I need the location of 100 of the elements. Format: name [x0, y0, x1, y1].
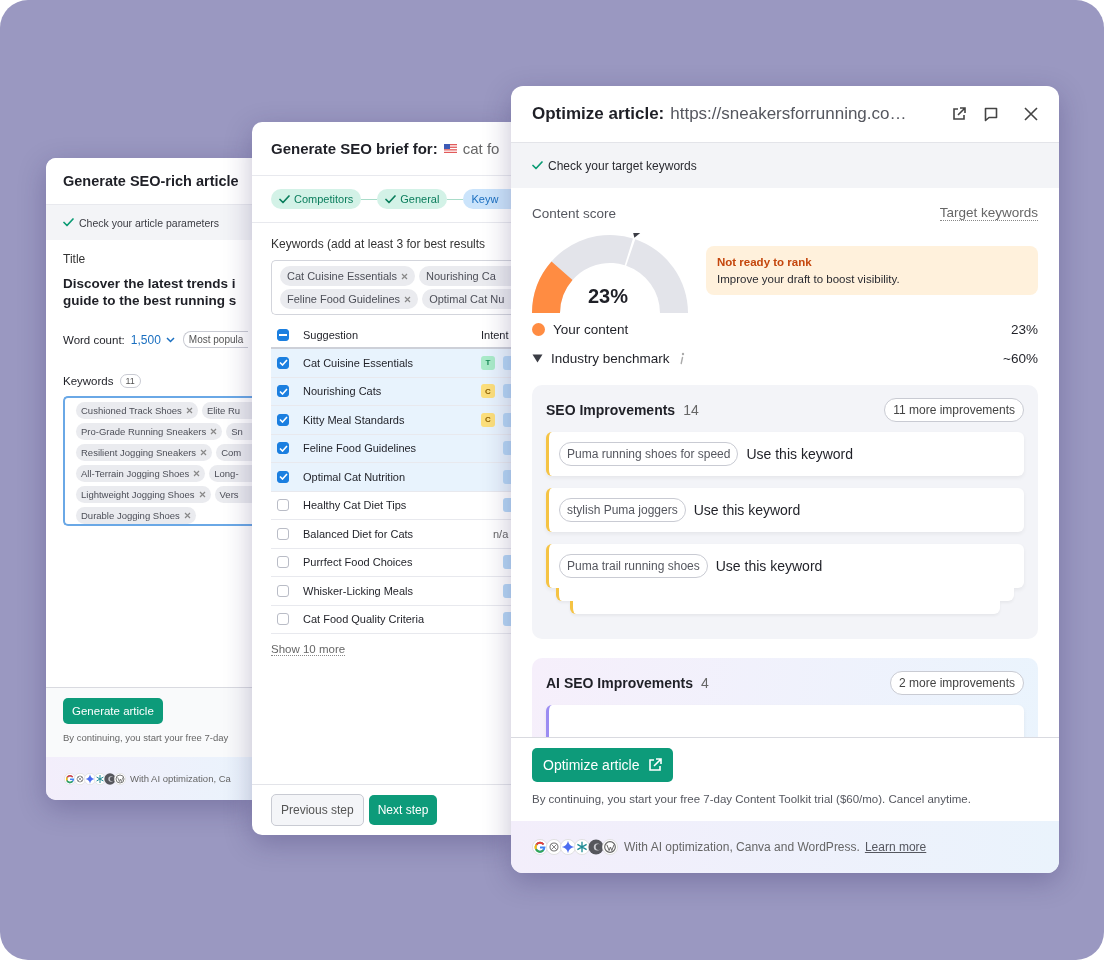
check-icon	[278, 444, 288, 452]
next-step-button[interactable]: Next step	[368, 795, 438, 825]
chevron-down-icon[interactable]	[165, 336, 175, 343]
checkbox[interactable]	[277, 385, 289, 398]
generate-article-button[interactable]: Generate article	[63, 698, 163, 724]
table-cell-text: Healthy Cat Diet Tips	[303, 499, 408, 512]
checkbox[interactable]	[277, 556, 289, 569]
word-count-label: Word count:	[63, 333, 125, 346]
remove-icon[interactable]	[193, 470, 201, 477]
step-tab[interactable]: General	[377, 189, 448, 209]
checkbox[interactable]	[277, 470, 289, 483]
keyword-chip[interactable]: Lightweight Jogging Shoes	[76, 486, 211, 503]
remove-icon[interactable]	[210, 428, 218, 435]
remove-icon[interactable]	[198, 491, 206, 498]
table-cell-text: Kitty Meal Standards	[303, 413, 406, 426]
window-title: Optimize article:	[532, 104, 665, 124]
remove-icon[interactable]	[200, 449, 208, 456]
remove-icon[interactable]	[185, 407, 193, 414]
optimize-article-button[interactable]: Optimize article	[532, 748, 674, 782]
field-label: Keywords (add at least 3 for best results	[271, 237, 487, 251]
field-label: Title	[63, 252, 86, 266]
window-title: Generate SEO brief for:	[271, 140, 438, 157]
more-improvements-button[interactable]: 2 more improvements	[889, 671, 1024, 695]
checkbox[interactable]	[277, 527, 289, 540]
remove-icon[interactable]	[401, 272, 409, 280]
keyword-chip[interactable]: Com	[216, 444, 252, 461]
keywords-field[interactable]: Cat Cuisine Essentials Nourishing Ca Feline Food Guidelines Optimal Cat Nu	[271, 260, 511, 315]
panel-title: AI SEO Improvements	[546, 675, 694, 691]
disclaimer-text: By continuing, you start your free 7-day Content Toolkit trial ($60/mo). Cancel anytime.	[532, 793, 972, 805]
keyword-chip[interactable]: Sn	[226, 423, 252, 440]
show-more-link[interactable]: Show 10 more	[271, 643, 346, 656]
intent-badge: C	[481, 384, 495, 399]
table-cell: n/a	[493, 527, 509, 540]
section-label: Content score	[532, 205, 617, 221]
keyword-chip[interactable]: Pro-Grade Running Sneakers	[76, 423, 223, 440]
keywords-field[interactable]: Cushioned Track Shoes Elite Ru Pro-Grade Running Sneakers Sn Resilient Jogging Sneakers Com All-Terrain Jogging Shoes Long- Lightweight Jogging Shoes Vers Durable Jogging Shoes	[63, 396, 252, 526]
checkbox[interactable]	[277, 413, 289, 426]
article-title-text: guide to the best running s	[63, 292, 237, 309]
previous-step-button[interactable]: Previous step	[271, 794, 364, 826]
more-improvements-button[interactable]: 11 more improvements	[884, 398, 1024, 422]
check-icon	[278, 359, 288, 367]
keyword-chip[interactable]: Cushioned Track Shoes	[76, 402, 198, 419]
external-link-icon[interactable]	[952, 107, 966, 121]
target-keywords-link[interactable]: Target keywords	[939, 205, 1038, 221]
intent-badge	[503, 412, 511, 427]
ring-icon	[602, 839, 618, 855]
checkbox[interactable]	[277, 613, 289, 626]
table-cell-text: Purrfect Food Choices	[303, 556, 414, 569]
ring-icon	[114, 772, 126, 785]
keyword-chip[interactable]: Elite Ru	[201, 402, 252, 419]
field-label: Keywords	[63, 375, 114, 387]
panel-title: SEO Improvements	[546, 402, 676, 418]
status-text: Check your article parameters	[79, 216, 220, 229]
keyword-chip[interactable]: Cat Cuisine Essentials	[280, 266, 416, 286]
keyword-chip[interactable]: Durable Jogging Shoes	[76, 507, 196, 524]
keyword-chip[interactable]: All-Terrain Jogging Shoes	[76, 465, 206, 482]
table-cell-text: Optimal Cat Nutrition	[303, 470, 407, 483]
table-cell-text: Cat Food Quality Criteria	[303, 613, 426, 626]
step-tab[interactable]: Competitors	[271, 189, 362, 209]
checkbox[interactable]	[277, 584, 289, 597]
keyword-chip[interactable]: Optimal Cat Nu	[422, 289, 511, 309]
close-icon[interactable]	[1024, 107, 1038, 121]
remove-icon[interactable]	[404, 295, 412, 303]
step-tab[interactable]: Keyw	[463, 189, 511, 209]
check-icon	[385, 194, 397, 204]
snowflake-icon	[574, 839, 590, 855]
checkbox[interactable]	[277, 442, 289, 455]
option-chip[interactable]: Most popula	[182, 331, 249, 348]
checkbox[interactable]	[277, 499, 289, 512]
snowflake-icon	[94, 772, 106, 785]
table-cell-text: Cat Cuisine Essentials	[303, 356, 415, 369]
count-text: 14	[683, 402, 699, 418]
learn-more-link[interactable]: Learn more	[864, 840, 927, 854]
remove-icon[interactable]	[183, 512, 191, 519]
step-connector	[447, 198, 464, 200]
legend-value: 23%	[1010, 322, 1038, 337]
keyword-chip[interactable]: Feline Food Guidelines	[280, 289, 419, 309]
keyword-chip[interactable]: Nourishing Ca	[419, 266, 511, 286]
disclaimer-text: By continuing, you start your free 7-day	[63, 732, 230, 743]
keyword-chip[interactable]: Resilient Jogging Sneakers	[76, 444, 213, 461]
column-header: Suggestion	[303, 329, 360, 341]
minus-icon	[279, 334, 287, 336]
score-value: 23%	[588, 285, 629, 308]
multicolor-ring-icon	[532, 839, 548, 855]
integrations-text: With AI optimization, Canva and WordPress.	[624, 840, 860, 854]
legend-value: ~60%	[1003, 351, 1038, 366]
article-title-text: Discover the latest trends i	[63, 275, 237, 292]
intent-badge	[503, 555, 511, 570]
intent-badge	[503, 583, 511, 598]
checkbox[interactable]	[277, 356, 289, 369]
step-connector	[361, 198, 378, 200]
improvement-text: Use this keyword	[746, 446, 854, 462]
sparkle-icon	[560, 839, 576, 855]
checkbox[interactable]	[277, 329, 289, 341]
comment-icon[interactable]	[984, 106, 998, 122]
word-count-dropdown[interactable]: 1,500	[130, 332, 175, 347]
keyword-chip[interactable]: Long-	[209, 465, 252, 482]
keyword-chip[interactable]: Vers	[214, 486, 252, 503]
intent-badge	[503, 384, 511, 399]
legend-label: Industry benchmark	[551, 351, 670, 366]
